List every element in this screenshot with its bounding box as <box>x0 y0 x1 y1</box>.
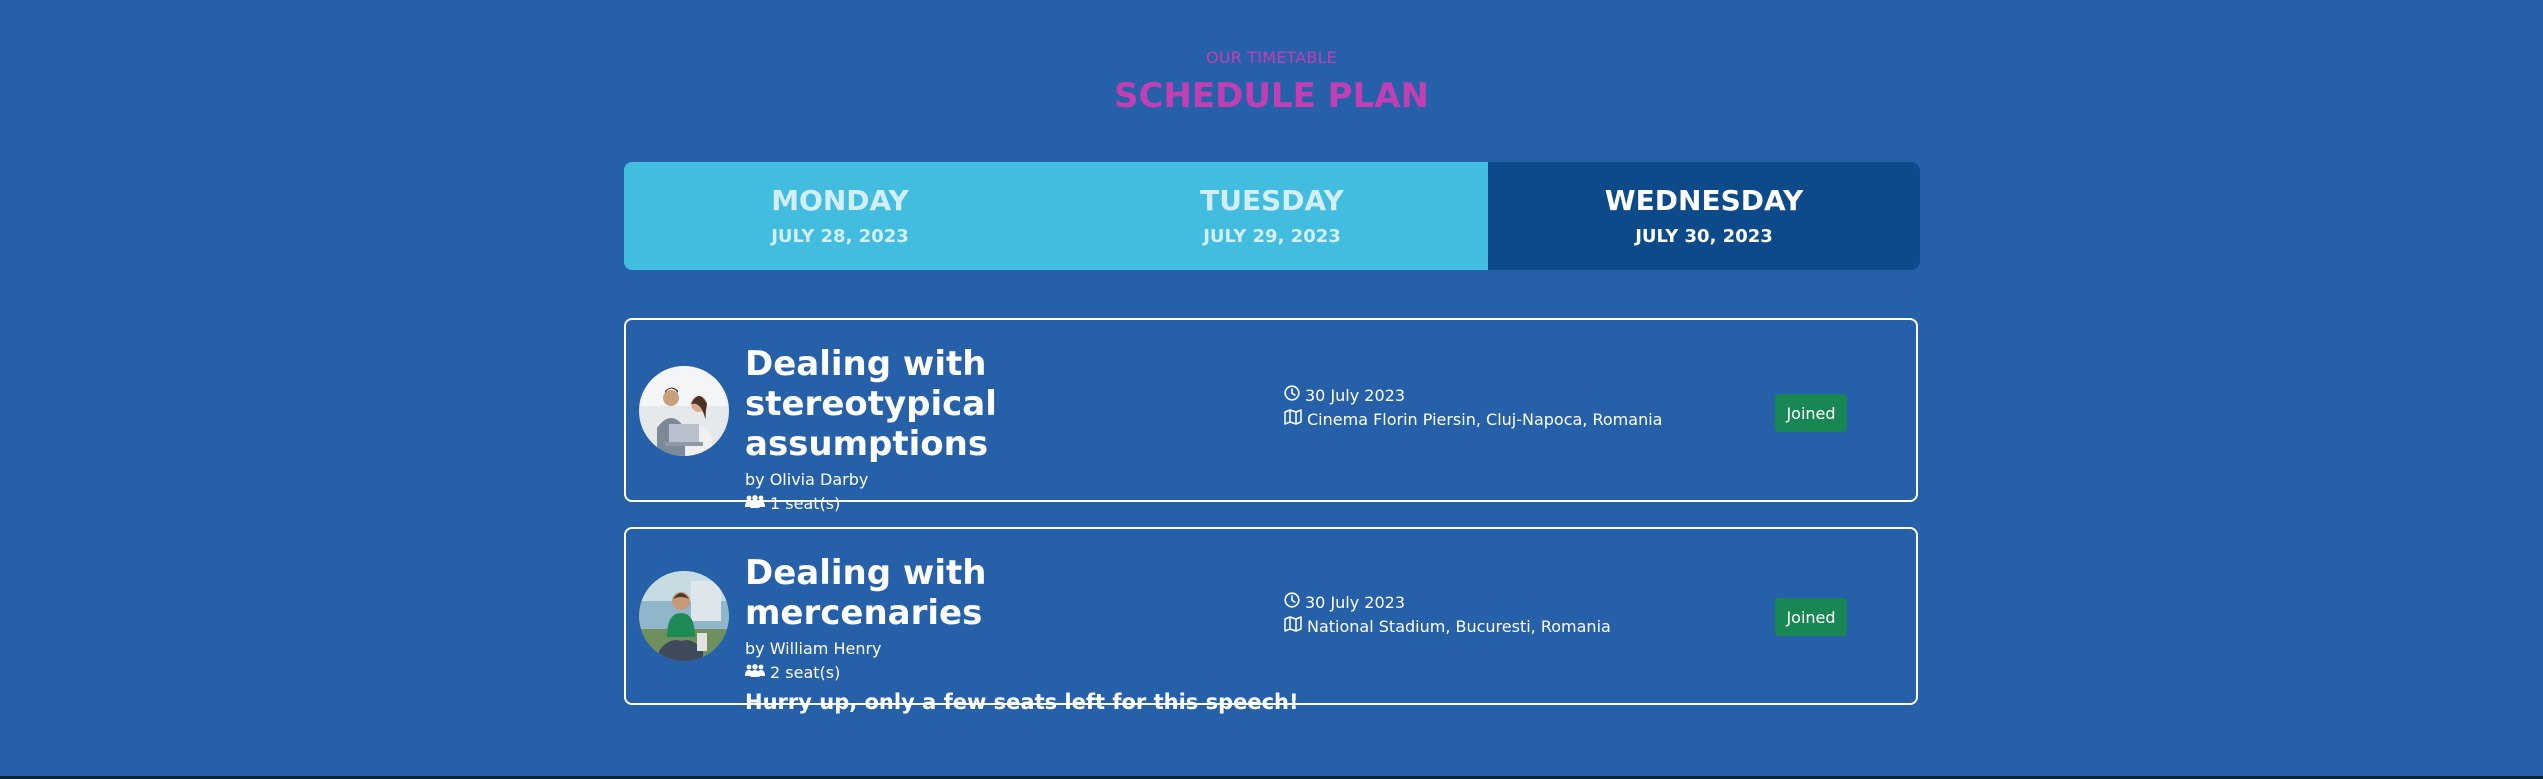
speaker-avatar <box>639 571 729 661</box>
speech-location: Cinema Florin Piersin, Cluj-Napoca, Roma… <box>1307 410 1663 429</box>
day-tabs: MONDAY JULY 28, 2023 TUESDAY JULY 29, 20… <box>624 162 1920 270</box>
section-subtitle: OUR TIMETABLE <box>1206 48 1337 67</box>
speech-title: Dealing with stereotypical assumptions <box>745 344 997 464</box>
seats-info: 2 seat(s) <box>745 663 1299 683</box>
seats-warning: Hurry up, only a few seats left for this… <box>745 690 1299 714</box>
tab-monday[interactable]: MONDAY JULY 28, 2023 <box>624 162 1056 270</box>
speech-date: 30 July 2023 <box>1305 593 1406 612</box>
speech-location-row: Cinema Florin Piersin, Cluj-Napoca, Roma… <box>1284 408 1662 432</box>
tab-wednesday[interactable]: WEDNESDAY JULY 30, 2023 <box>1488 162 1920 270</box>
people-icon <box>745 494 770 514</box>
speech-meta: 30 July 2023 Cinema Florin Piersin, Cluj… <box>1284 384 1662 432</box>
speech-info: Dealing with mercenaries by William Henr… <box>745 553 1299 715</box>
seats-count: 2 seat(s) <box>770 663 841 682</box>
clock-icon <box>1284 384 1305 408</box>
tab-day-label: MONDAY <box>771 184 909 217</box>
speaker-name: by William Henry <box>745 639 882 658</box>
tab-date-label: JULY 30, 2023 <box>1635 226 1773 247</box>
tab-tuesday[interactable]: TUESDAY JULY 29, 2023 <box>1056 162 1488 270</box>
tab-date-label: JULY 29, 2023 <box>1203 226 1341 247</box>
seats-info: 1 seat(s) <box>745 494 1185 514</box>
speech-date: 30 July 2023 <box>1305 386 1406 405</box>
tab-day-label: TUESDAY <box>1200 184 1344 217</box>
speech-card: Dealing with mercenaries by William Henr… <box>624 527 1918 714</box>
speech-date-row: 30 July 2023 <box>1284 591 1611 615</box>
speaker-name: by Olivia Darby <box>745 470 869 489</box>
clock-icon <box>1284 591 1305 615</box>
speech-location-row: National Stadium, Bucuresti, Romania <box>1284 615 1611 639</box>
joined-status-button[interactable]: Joined <box>1775 598 1847 636</box>
map-icon <box>1284 615 1307 639</box>
seats-count: 1 seat(s) <box>770 494 841 513</box>
speech-meta: 30 July 2023 National Stadium, Bucuresti… <box>1284 591 1611 639</box>
speech-date-row: 30 July 2023 <box>1284 384 1662 408</box>
people-icon <box>745 663 770 683</box>
map-icon <box>1284 408 1307 432</box>
section-header: OUR TIMETABLE SCHEDULE PLAN <box>0 48 2543 116</box>
speaker-avatar <box>639 366 729 456</box>
speech-info: Dealing with stereotypical assumptions b… <box>745 344 1185 514</box>
page-title: SCHEDULE PLAN <box>1113 76 1430 116</box>
speech-title: Dealing with mercenaries <box>745 553 987 633</box>
joined-status-button[interactable]: Joined <box>1775 394 1847 432</box>
tab-date-label: JULY 28, 2023 <box>771 226 909 247</box>
tab-day-label: WEDNESDAY <box>1604 184 1804 217</box>
speech-card: Dealing with stereotypical assumptions b… <box>624 318 1918 513</box>
speech-location: National Stadium, Bucuresti, Romania <box>1307 617 1611 636</box>
